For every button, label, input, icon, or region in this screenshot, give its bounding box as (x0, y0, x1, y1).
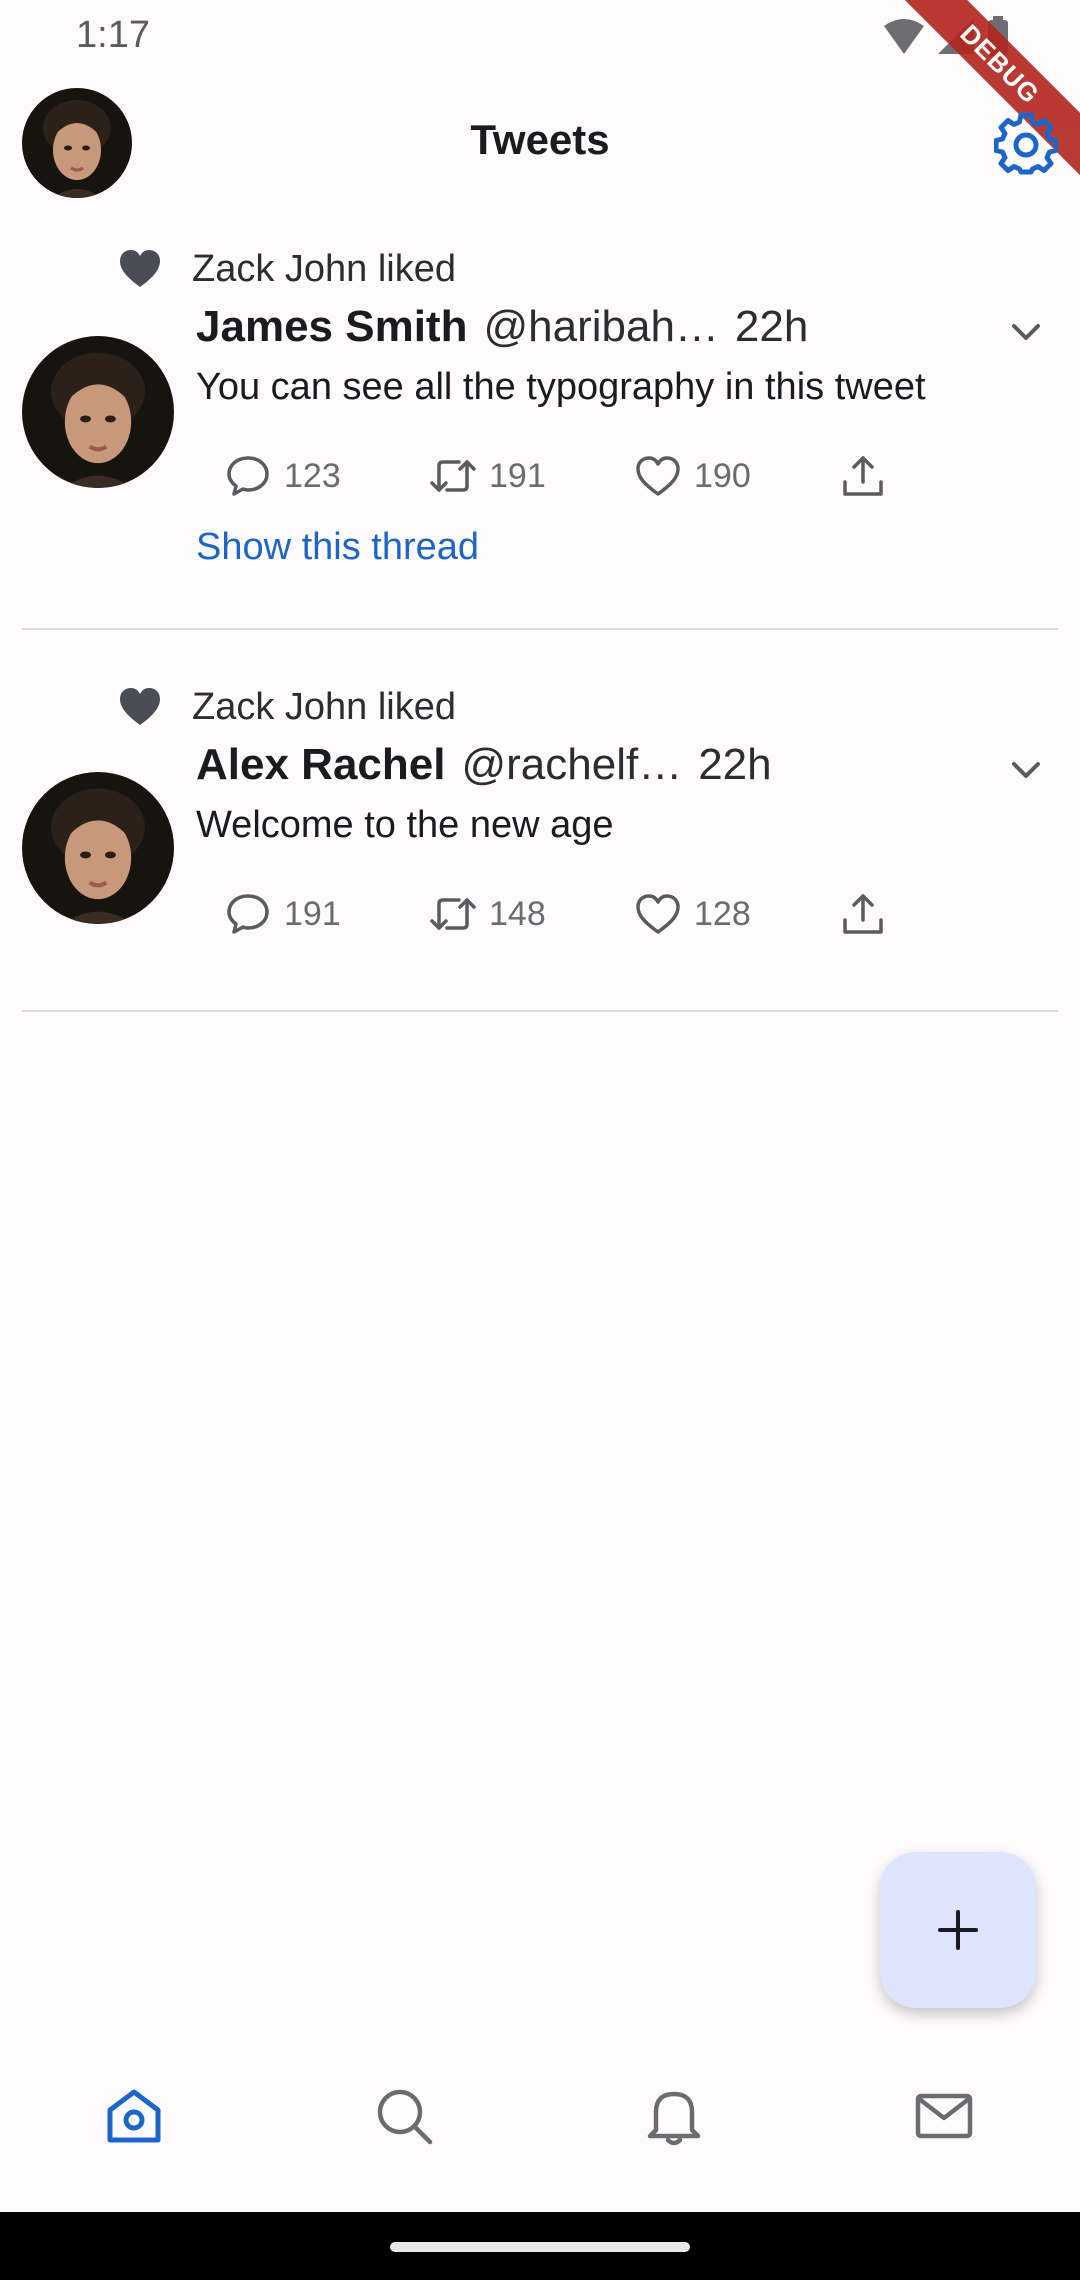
like-button[interactable]: 190 (632, 448, 751, 504)
mail-icon (915, 2093, 973, 2139)
share-icon (843, 456, 883, 496)
reply-button[interactable]: 191 (222, 886, 341, 942)
chevron-down-icon[interactable] (1004, 748, 1048, 792)
retweet-button[interactable]: 191 (427, 448, 546, 504)
gesture-bar (0, 2212, 1080, 2280)
tweet-card[interactable]: Zack John liked James Smith @haribah… 22… (22, 230, 1058, 630)
screen: 1:17 DEBUG Tweets Zack John liked James … (0, 0, 1080, 2280)
retweet-icon (430, 898, 476, 930)
reply-button[interactable]: 123 (222, 448, 341, 504)
liked-by-row: Zack John liked (118, 246, 456, 292)
reply-count: 123 (284, 456, 341, 495)
reply-count: 191 (284, 894, 341, 933)
tweet-time: 22h (734, 302, 809, 351)
author-name[interactable]: Alex Rachel (196, 740, 445, 790)
heart-icon (636, 894, 680, 934)
compose-tweet-button[interactable] (880, 1852, 1036, 2008)
heart-filled-icon (120, 688, 160, 725)
show-thread-link[interactable]: Show this thread (196, 526, 479, 569)
tweet-header: Alex Rachel @rachelf… 22h (196, 740, 772, 796)
heart-icon (636, 456, 680, 496)
share-icon (843, 894, 883, 934)
nav-search[interactable] (364, 2076, 444, 2156)
retweet-count: 148 (489, 894, 546, 933)
bell-icon (647, 2091, 701, 2146)
author-handle: @rachelf… (461, 740, 683, 789)
avatar-image (22, 336, 174, 488)
share-button[interactable] (837, 886, 899, 942)
chevron-down-icon[interactable] (1004, 310, 1048, 354)
tweet-time: 22h (698, 740, 772, 789)
author-name[interactable]: James Smith (196, 302, 467, 352)
status-time: 1:17 (76, 14, 150, 56)
tweet-header: James Smith @haribah… 22h (196, 302, 808, 358)
comment-icon (227, 894, 269, 934)
page-title: Tweets (470, 116, 610, 163)
settings-button[interactable] (993, 112, 1059, 176)
bottom-navigation (0, 2036, 1080, 2212)
retweet-button[interactable]: 148 (427, 886, 546, 942)
tweet-text: Welcome to the new age (196, 804, 614, 846)
tweet-avatar[interactable] (22, 336, 174, 488)
tweet-avatar[interactable] (22, 772, 174, 924)
like-count: 128 (694, 894, 751, 933)
liked-by-row: Zack John liked (118, 684, 456, 730)
search-icon (377, 2089, 433, 2145)
tweet-text: You can see all the typography in this t… (196, 366, 926, 408)
nav-messages[interactable] (904, 2076, 984, 2156)
nav-home[interactable] (94, 2076, 174, 2156)
home-icon (107, 2089, 161, 2143)
retweet-count: 191 (489, 456, 546, 495)
share-button[interactable] (837, 448, 899, 504)
liked-by-text: Zack John liked (192, 685, 457, 728)
avatar-image (22, 772, 174, 924)
liked-by-text: Zack John liked (192, 247, 457, 290)
wifi-icon (884, 19, 924, 54)
home-indicator[interactable] (390, 2242, 690, 2252)
comment-icon (227, 456, 269, 496)
tweet-actions: 123 191 190 (202, 448, 902, 504)
gear-icon (993, 112, 1059, 175)
retweet-icon (430, 460, 476, 492)
heart-filled-icon (120, 250, 160, 287)
app-bar: Tweets (0, 72, 1080, 212)
tweet-card[interactable]: Zack John liked Alex Rachel @rachelf… 22… (22, 668, 1058, 1012)
like-button[interactable]: 128 (632, 886, 751, 942)
plus-icon (938, 1910, 978, 1950)
nav-notifications[interactable] (634, 2076, 714, 2156)
like-count: 190 (694, 456, 751, 495)
author-handle: @haribah… (483, 302, 719, 351)
tweet-actions: 191 148 128 (202, 886, 902, 942)
